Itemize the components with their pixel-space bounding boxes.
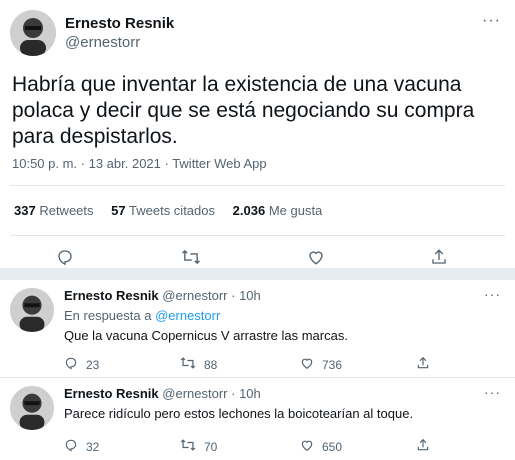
mention-link[interactable]: @ernestorr: [155, 308, 220, 323]
retweet-count: 88: [204, 357, 218, 372]
author-handle[interactable]: @ernestorr: [162, 386, 227, 401]
reply-icon: [64, 356, 78, 373]
share-button[interactable]: [416, 356, 438, 373]
retweets-count: 337: [14, 203, 36, 218]
reply-time[interactable]: · 10h: [231, 386, 261, 401]
retweets-stat[interactable]: 337 Retweets: [14, 203, 94, 218]
divider: [10, 235, 505, 236]
like-count: 736: [322, 357, 343, 372]
avatar-photo-icon: [10, 288, 54, 332]
share-icon: [416, 356, 430, 373]
likes-label: Me gusta: [268, 203, 323, 218]
in-reply-to: En respuesta a @ernestorr: [64, 308, 220, 323]
like-icon: [300, 438, 314, 455]
reply-button[interactable]: 32: [64, 438, 99, 455]
author-name[interactable]: Ernesto Resnik: [64, 288, 159, 303]
avatar[interactable]: [10, 288, 54, 332]
main-tweet: Ernesto Resnik @ernestorr ··· Habría que…: [0, 0, 515, 268]
quotes-count: 57: [111, 203, 126, 218]
tweet-actions: [0, 248, 515, 268]
reply-text: Que la vacuna Copernicus V arrastre las …: [64, 328, 348, 343]
quotes-label: Tweets citados: [129, 203, 216, 218]
author-name[interactable]: Ernesto Resnik: [65, 15, 174, 32]
avatar-photo-icon: [10, 10, 56, 56]
reply-header: Ernesto Resnik @ernestorr · 10h: [64, 386, 261, 401]
more-options-icon[interactable]: ···: [482, 12, 501, 30]
like-count: 650: [322, 439, 343, 454]
reply-tweet[interactable]: Ernesto Resnik @ernestorr · 10h ··· Pare…: [0, 378, 515, 460]
retweet-count: 70: [204, 439, 218, 454]
in-reply-prefix: En respuesta a: [64, 308, 152, 323]
likes-stat[interactable]: 2.036 Me gusta: [233, 203, 323, 218]
author-name[interactable]: Ernesto Resnik: [64, 386, 159, 401]
reply-header: Ernesto Resnik @ernestorr · 10h: [64, 288, 261, 303]
more-options-icon[interactable]: ···: [484, 384, 501, 400]
reply-time[interactable]: · 10h: [231, 288, 261, 303]
reply-actions: 23 88 736: [64, 356, 504, 374]
retweet-button[interactable]: 88: [180, 356, 217, 373]
likes-count: 2.036: [232, 203, 266, 218]
retweet-icon: [180, 438, 196, 455]
section-divider: [0, 268, 515, 280]
share-icon: [416, 438, 430, 455]
tweet-text: Habría que inventar la existencia de una…: [12, 73, 475, 148]
reply-tweet[interactable]: Ernesto Resnik @ernestorr · 10h ··· En r…: [0, 280, 515, 378]
reply-count: 32: [86, 439, 100, 454]
like-button[interactable]: 650: [300, 438, 342, 455]
like-icon: [300, 356, 314, 373]
author-handle[interactable]: @ernestorr: [162, 288, 227, 303]
tweet-stats: 337 Retweets 57 Tweets citados 2.036 Me …: [14, 203, 336, 218]
reply-button[interactable]: 23: [64, 356, 99, 373]
reply-actions: 32 70 650: [64, 438, 504, 456]
tweet-timestamp[interactable]: 10:50 p. m. · 13 abr. 2021 · Twitter Web…: [12, 156, 267, 171]
reply-count: 23: [86, 357, 100, 372]
share-button[interactable]: [416, 438, 438, 455]
avatar[interactable]: [10, 10, 56, 56]
author-handle[interactable]: @ernestorr: [65, 34, 140, 51]
reply-text: Parece ridículo pero estos lechones la b…: [64, 406, 414, 421]
like-button[interactable]: 736: [300, 356, 342, 373]
retweet-icon: [180, 356, 196, 373]
avatar-photo-icon: [10, 386, 54, 430]
divider: [10, 185, 505, 186]
retweets-label: Retweets: [39, 203, 94, 218]
avatar[interactable]: [10, 386, 54, 430]
quotes-stat[interactable]: 57 Tweets citados: [111, 203, 215, 218]
more-options-icon[interactable]: ···: [484, 286, 501, 302]
retweet-button[interactable]: 70: [180, 438, 217, 455]
reply-icon: [64, 438, 78, 455]
